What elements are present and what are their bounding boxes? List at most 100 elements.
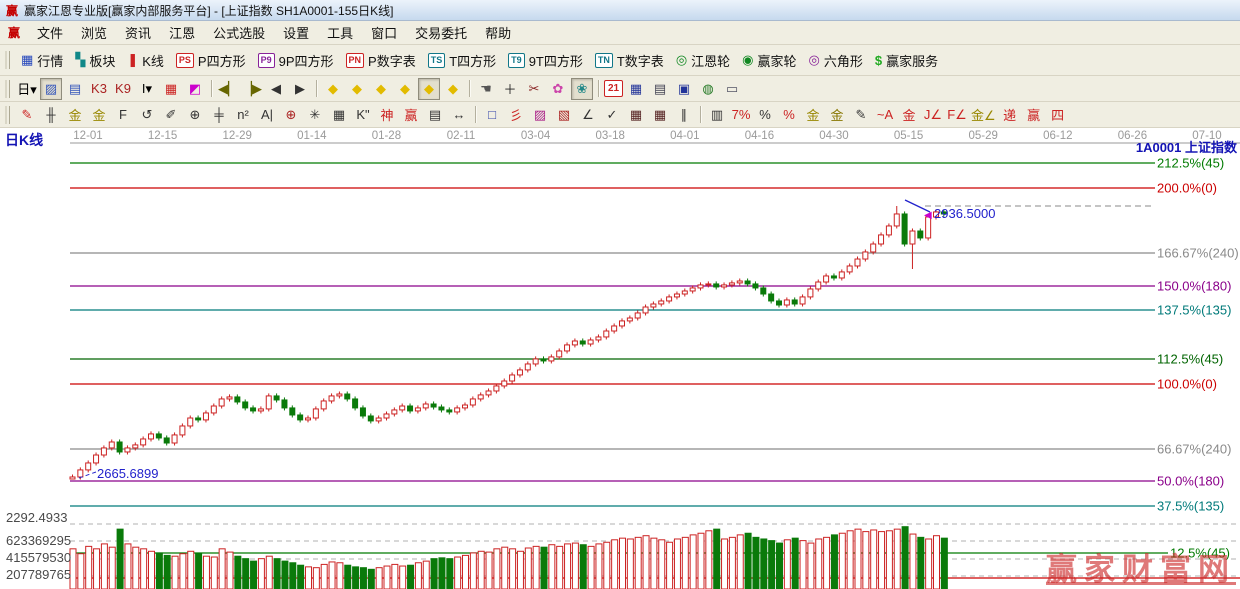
menu-item-window[interactable]: 窗口 xyxy=(362,20,406,45)
last-kline-icon[interactable]: ▕▶ xyxy=(241,78,263,100)
grid-123-icon[interactable]: ▤ xyxy=(424,104,446,126)
color-histogram-icon[interactable]: ◩ xyxy=(184,78,206,100)
di-angle-icon[interactable]: 递 xyxy=(999,104,1021,126)
percent-underline-icon[interactable]: % xyxy=(778,104,800,126)
save-icon[interactable]: ▣ xyxy=(673,78,695,100)
j-angle-icon[interactable]: J∠ xyxy=(922,104,944,126)
menu-item-help[interactable]: 帮助 xyxy=(476,20,520,45)
market-quotes-button[interactable]: ▦行情 xyxy=(15,49,69,72)
spiral-tool-icon[interactable]: ↺ xyxy=(136,104,158,126)
kline-period-dropdown-icon[interactable]: 日▾ xyxy=(16,78,38,100)
gann-web-icon[interactable]: ✳ xyxy=(304,104,326,126)
p-square-button[interactable]: PSP四方形 xyxy=(170,49,252,72)
candlesticks xyxy=(70,206,946,479)
percent-7-icon[interactable]: 7% xyxy=(730,104,752,126)
hexagon-button[interactable]: ◎六角形 xyxy=(803,49,869,72)
9t-square-button[interactable]: T99T四方形 xyxy=(502,49,589,72)
magnet-tool-icon[interactable]: ✿ xyxy=(547,78,569,100)
width-measure-icon[interactable]: ↔ xyxy=(448,104,470,126)
percent-icon[interactable]: % xyxy=(754,104,776,126)
brain-tool-icon[interactable]: ❀ xyxy=(571,78,593,100)
calendar-icon[interactable]: 21 xyxy=(604,80,623,97)
tick-grid-2-icon[interactable]: ╪ xyxy=(208,104,230,126)
web-grid-icon[interactable]: ▦ xyxy=(328,104,350,126)
compress-horizontal-diamond-icon[interactable]: ◆ xyxy=(394,78,416,100)
zoom-horizontal-diamond-icon[interactable]: ◆ xyxy=(370,78,392,100)
gold-square-2-icon[interactable]: 金 xyxy=(88,104,110,126)
grid-pink-icon[interactable]: ▨ xyxy=(529,104,551,126)
si-angle-icon[interactable]: 四 xyxy=(1047,104,1069,126)
calculator-icon[interactable]: ▦ xyxy=(625,78,647,100)
gold-circle-icon[interactable]: 金 xyxy=(802,104,824,126)
web-link-icon[interactable]: ◍ xyxy=(697,78,719,100)
kline-button[interactable]: ❚K线 xyxy=(121,49,170,72)
select-rect-icon[interactable]: □ xyxy=(481,104,503,126)
fibonacci-f-icon[interactable]: F xyxy=(112,104,134,126)
mirror-a-icon[interactable]: A| xyxy=(256,104,278,126)
dark-grid-2-icon[interactable]: ▦ xyxy=(649,104,671,126)
t-square-button[interactable]: TST四方形 xyxy=(422,49,502,72)
p-number-table-button[interactable]: PNP数字表 xyxy=(340,49,422,72)
zoom-left-diamond-icon[interactable]: ◆ xyxy=(322,78,344,100)
menu-item-browse[interactable]: 浏览 xyxy=(72,20,116,45)
k-count-marks-icon[interactable]: K" xyxy=(352,104,374,126)
gold-angle-icon[interactable]: 金∠ xyxy=(970,104,997,126)
cut-tool-icon[interactable]: ✂ xyxy=(523,78,545,100)
kline-3-icon[interactable]: K3 xyxy=(88,78,110,100)
win-angle-icon[interactable]: 赢 xyxy=(1023,104,1045,126)
winner-wheel-button[interactable]: ◉赢家轮 xyxy=(736,49,802,72)
dark-pen-tool-icon[interactable]: ✐ xyxy=(160,104,182,126)
pattern-box-icon[interactable]: ▦ xyxy=(160,78,182,100)
zoom-all-diamond-icon[interactable]: ◆ xyxy=(442,78,464,100)
zigzag-window-icon[interactable]: ▨ xyxy=(40,78,62,100)
win-grid-icon[interactable]: 赢 xyxy=(400,104,422,126)
angle-lines-icon[interactable]: ∠ xyxy=(577,104,599,126)
menu-item-file[interactable]: 文件 xyxy=(28,20,72,45)
wave-check-icon[interactable]: ✓ xyxy=(601,104,623,126)
ray-fan-icon[interactable]: 彡 xyxy=(505,104,527,126)
9p-square-button[interactable]: P99P四方形 xyxy=(252,49,340,72)
tick-grid-icon[interactable]: ╫ xyxy=(40,104,62,126)
red-pen-tool-icon[interactable]: ✎ xyxy=(16,104,38,126)
next-kline-icon[interactable]: ▶ xyxy=(289,78,311,100)
f-angle-icon[interactable]: F∠ xyxy=(946,104,968,126)
menu-item-tools[interactable]: 工具 xyxy=(318,20,362,45)
ink-pen-icon[interactable]: ✎ xyxy=(850,104,872,126)
hand-tool-icon[interactable]: ☚ xyxy=(475,78,497,100)
notes-icon[interactable]: ▤ xyxy=(649,78,671,100)
menu-item-settings[interactable]: 设置 xyxy=(274,20,318,45)
crosshair-tool-icon[interactable]: ＋ xyxy=(499,78,521,100)
info-panel-icon[interactable]: ▤ xyxy=(64,78,86,100)
kline-icon: ❚ xyxy=(127,52,138,68)
menu-item-trade-entrust[interactable]: 交易委托 xyxy=(406,20,476,45)
chart-canvas[interactable]: 12-0112-1512-2901-1401-2802-1103-0403-18… xyxy=(0,128,1240,589)
gold-red-icon[interactable]: 金 xyxy=(898,104,920,126)
n-square-icon[interactable]: n² xyxy=(232,104,254,126)
parallel-rays-icon[interactable]: ∥ xyxy=(673,104,695,126)
printer-icon[interactable]: ▭ xyxy=(721,78,743,100)
menu-item-news[interactable]: 资讯 xyxy=(116,20,160,45)
kline-9-icon[interactable]: K9 xyxy=(112,78,134,100)
gold-square-1-icon[interactable]: 金 xyxy=(64,104,86,126)
circle-three-icon[interactable]: ⊕ xyxy=(184,104,206,126)
zoom-all-boxed-diamond-icon[interactable]: ◆ xyxy=(418,78,440,100)
9t-square-icon: T9 xyxy=(508,53,525,68)
prev-kline-icon[interactable]: ◀ xyxy=(265,78,287,100)
gann-compass-icon[interactable]: ⊕ xyxy=(280,104,302,126)
dark-grid-1-icon[interactable]: ▦ xyxy=(625,104,647,126)
winner-service-button[interactable]: $赢家服务 xyxy=(869,49,944,72)
menu-item-formula-stock-pick[interactable]: 公式选股 xyxy=(204,20,274,45)
gann-wheel-button[interactable]: ◎江恩轮 xyxy=(670,49,736,72)
a-wave-icon[interactable]: ~A xyxy=(874,104,896,126)
grid-red-icon[interactable]: ▧ xyxy=(553,104,575,126)
first-kline-icon[interactable]: ◀▏ xyxy=(217,78,239,100)
candle-style-dropdown-icon[interactable]: I▾ xyxy=(136,78,158,100)
sector-button[interactable]: ▚板块 xyxy=(69,49,121,72)
god-grid-icon[interactable]: 神 xyxy=(376,104,398,126)
gold-lines-icon[interactable]: 金 xyxy=(826,104,848,126)
menu-item-gann[interactable]: 江恩 xyxy=(160,20,204,45)
t-number-table-button[interactable]: TNT数字表 xyxy=(589,49,670,72)
zoom-right-diamond-icon[interactable]: ◆ xyxy=(346,78,368,100)
chart-area[interactable]: 12-0112-1512-2901-1401-2802-1103-0403-18… xyxy=(0,128,1240,589)
price-list-icon[interactable]: ▥ xyxy=(706,104,728,126)
